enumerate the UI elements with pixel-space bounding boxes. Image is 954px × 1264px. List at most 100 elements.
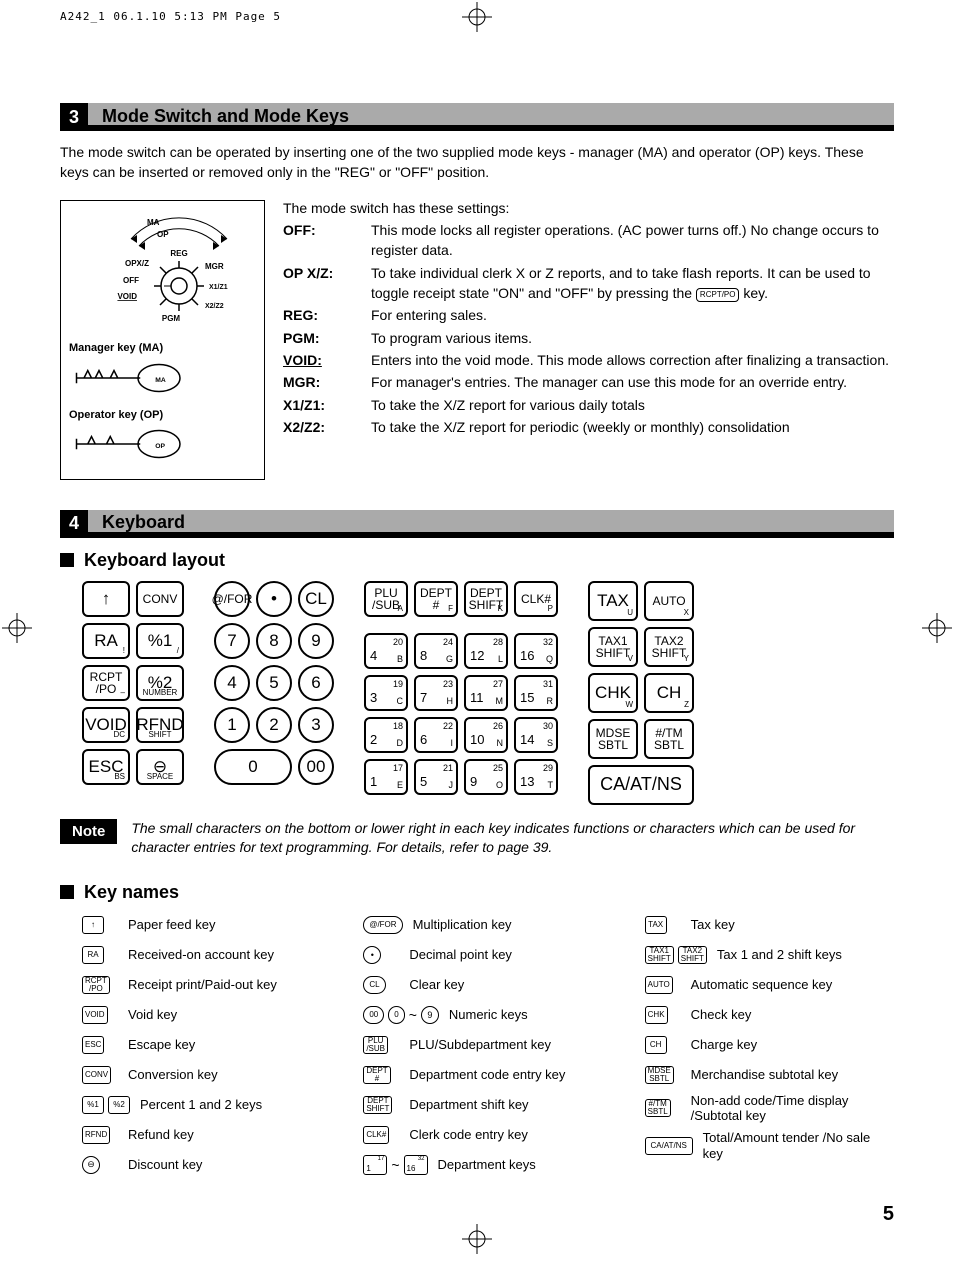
keyboard-key: 1 (214, 707, 250, 743)
keycap-icon: CONV (82, 1066, 111, 1084)
key-name-row: MDSESBTLMerchandise subtotal key (645, 1063, 894, 1087)
manager-key-icon: MA (69, 358, 189, 398)
key-name-row: CLClear key (363, 973, 612, 997)
keyboard-key: 2812L (464, 633, 508, 669)
manager-key-label: Manager key (MA) (69, 341, 256, 355)
keyboard-key: 2711M (464, 675, 508, 711)
keyboard-key: 5 (256, 665, 292, 701)
keyboard-key: DEPT#F (414, 581, 458, 617)
svg-text:MA: MA (147, 218, 160, 227)
svg-text:REG: REG (170, 249, 187, 258)
settings-row: PGM:To program various items. (283, 328, 894, 348)
key-name-row: VOIDVoid key (82, 1003, 331, 1027)
key-name-row: RFNDRefund key (82, 1123, 331, 1147)
keyboard-key: 204B (364, 633, 408, 669)
keyboard-key: 259O (464, 759, 508, 795)
keyboard-key: 7 (214, 623, 250, 659)
key-name-label: Numeric keys (449, 1007, 528, 1023)
key-name-label: Discount key (128, 1157, 202, 1173)
key-name-label: Refund key (128, 1127, 194, 1143)
keyboard-key: 193C (364, 675, 408, 711)
keycap-icon: 00 (363, 1006, 384, 1024)
keyboard-key: 0 (214, 749, 292, 785)
section-3-header: 3 Mode Switch and Mode Keys (60, 103, 894, 131)
key-name-label: Total/Amount tender /No sale key (703, 1130, 894, 1161)
keyboard-key: 248G (414, 633, 458, 669)
svg-text:OP: OP (157, 230, 169, 239)
section-4-title: Keyboard (88, 510, 894, 538)
settings-row: VOID:Enters into the void mode. This mod… (283, 350, 894, 370)
keycap-icon: CA/AT/NS (645, 1137, 693, 1155)
key-names-table: ↑Paper feed key RAReceived-on account key… (82, 913, 894, 1183)
key-name-row: AUTOAutomatic sequence key (645, 973, 894, 997)
keycap-icon: @/FOR (363, 916, 402, 934)
keyboard-key: CONV (136, 581, 184, 617)
keyboard-key: 4 (214, 665, 250, 701)
crop-mark-top (462, 2, 492, 32)
section-4-number: 4 (60, 510, 88, 538)
key-name-row: ESCEscape key (82, 1033, 331, 1057)
key-name-row: DEPTSHIFTDepartment shift key (363, 1093, 612, 1117)
settings-row: REG:For entering sales. (283, 305, 894, 325)
keyboard-key: 2610N (464, 717, 508, 753)
svg-text:PGM: PGM (162, 314, 181, 323)
keyboard-key: 2913T (514, 759, 558, 795)
key-name-row: ⊖Discount key (82, 1153, 331, 1177)
keyboard-key: VOIDDC (82, 707, 130, 743)
key-name-row: RAReceived-on account key (82, 943, 331, 967)
settings-row: X1/Z1:To take the X/Z report for various… (283, 395, 894, 415)
keyboard-key: 182D (364, 717, 408, 753)
key-name-label: Department shift key (409, 1097, 528, 1113)
key-name-label: Clerk code entry key (409, 1127, 528, 1143)
keycap-icon: MDSESBTL (645, 1066, 674, 1084)
key-name-label: Tax key (691, 917, 735, 933)
key-name-label: Escape key (128, 1037, 195, 1053)
key-name-row: ↑Paper feed key (82, 913, 331, 937)
keyboard-key: ESCBS (82, 749, 130, 785)
svg-text:OFF: OFF (123, 276, 139, 285)
section-4-header: 4 Keyboard (60, 510, 894, 538)
svg-text:VOID: VOID (117, 292, 137, 301)
keyboard-key: 237H (414, 675, 458, 711)
keyboard-key: 171E (364, 759, 408, 795)
keyboard-key: 3014S (514, 717, 558, 753)
keycap-icon: #/TMSBTL (645, 1099, 671, 1117)
keyboard-key: TAXU (588, 581, 638, 621)
keyboard-key: 6 (298, 665, 334, 701)
page: A242_1 06.1.10 5:13 PM Page 5 3 Mode Swi… (0, 0, 954, 1256)
key-name-label: Multiplication key (413, 917, 512, 933)
key-name-label: Department code entry key (409, 1067, 565, 1083)
key-name-label: Department keys (438, 1157, 536, 1173)
keyboard-key: @/FOR (214, 581, 250, 617)
operator-key-label: Operator key (OP) (69, 408, 256, 422)
keyboard-key: CL (298, 581, 334, 617)
settings-row: OP X/Z:To take individual clerk X or Z r… (283, 263, 894, 304)
key-name-row: CA/AT/NS Total/Amount tender /No sale key (645, 1130, 894, 1161)
key-name-label: Received-on account key (128, 947, 274, 963)
key-name-row: 171~3216Department keys (363, 1153, 612, 1177)
keyboard-key: #/TMSBTL (644, 719, 694, 759)
mode-settings-list: The mode switch has these settings: OFF:… (283, 200, 894, 479)
key-name-label: Conversion key (128, 1067, 218, 1083)
keycap-icon: DEPT# (363, 1066, 390, 1084)
keycap-icon: %1 (82, 1096, 104, 1114)
svg-text:OPX/Z: OPX/Z (125, 259, 149, 268)
key-name-label: Automatic sequence key (691, 977, 833, 993)
page-number: 5 (60, 1203, 894, 1226)
key-name-row: TAXTax key (645, 913, 894, 937)
square-bullet-icon (60, 553, 74, 567)
keycap-icon: CL (363, 976, 385, 994)
keyboard-key: CLK#P (514, 581, 558, 617)
keyboard-key: AUTOX (644, 581, 694, 621)
svg-text:MGR: MGR (205, 262, 224, 271)
keycap-icon: PLU/SUB (363, 1036, 388, 1054)
key-name-label: PLU/Subdepartment key (409, 1037, 551, 1053)
crop-mark-bottom (462, 1224, 492, 1254)
keyboard-key: 9 (298, 623, 334, 659)
rcptpo-keycap-icon: RCPT/PO (696, 288, 740, 302)
keyboard-key: 3115R (514, 675, 558, 711)
keycap-icon: • (363, 946, 381, 964)
keyboard-key: ↑ (82, 581, 130, 617)
key-name-label: Check key (691, 1007, 752, 1023)
svg-text:OP: OP (155, 443, 165, 450)
